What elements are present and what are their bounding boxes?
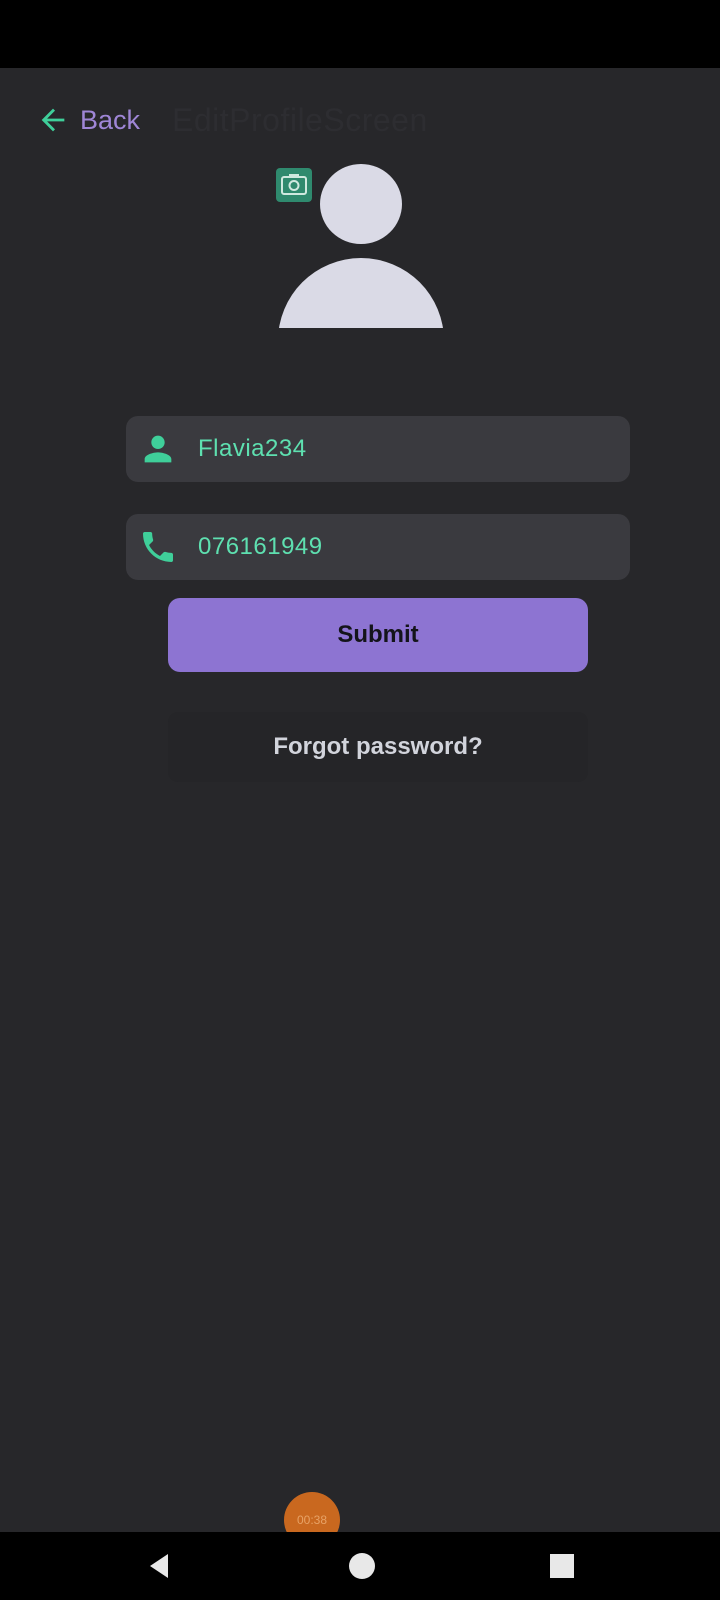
triangle-back-icon bbox=[150, 1554, 168, 1578]
forgot-password-button[interactable]: Forgot password? bbox=[168, 712, 588, 782]
back-button[interactable]: Back bbox=[36, 100, 140, 140]
phone-icon bbox=[143, 532, 173, 562]
username-input[interactable] bbox=[198, 416, 618, 482]
camera-icon[interactable] bbox=[276, 168, 312, 202]
screen-title: EditProfileScreen bbox=[172, 102, 428, 138]
phone-input[interactable] bbox=[198, 514, 618, 580]
square-recents-icon bbox=[550, 1554, 574, 1578]
avatar[interactable] bbox=[276, 162, 446, 332]
circle-home-icon bbox=[349, 1553, 375, 1579]
status-bar bbox=[0, 0, 720, 68]
avatar-body bbox=[278, 258, 444, 328]
username-field[interactable] bbox=[126, 416, 630, 482]
nav-home-button[interactable] bbox=[322, 1532, 402, 1600]
arrow-left-icon bbox=[41, 108, 65, 132]
app-bar: Back EditProfileScreen bbox=[0, 68, 720, 168]
back-label: Back bbox=[80, 104, 141, 135]
system-nav-bar bbox=[0, 1532, 720, 1600]
person-icon bbox=[144, 435, 172, 463]
nav-recents-button[interactable] bbox=[522, 1532, 602, 1600]
nav-back-button[interactable] bbox=[120, 1532, 200, 1600]
avatar-head bbox=[320, 164, 402, 244]
submit-button[interactable]: Submit bbox=[168, 598, 588, 672]
phone-field[interactable] bbox=[126, 514, 630, 580]
